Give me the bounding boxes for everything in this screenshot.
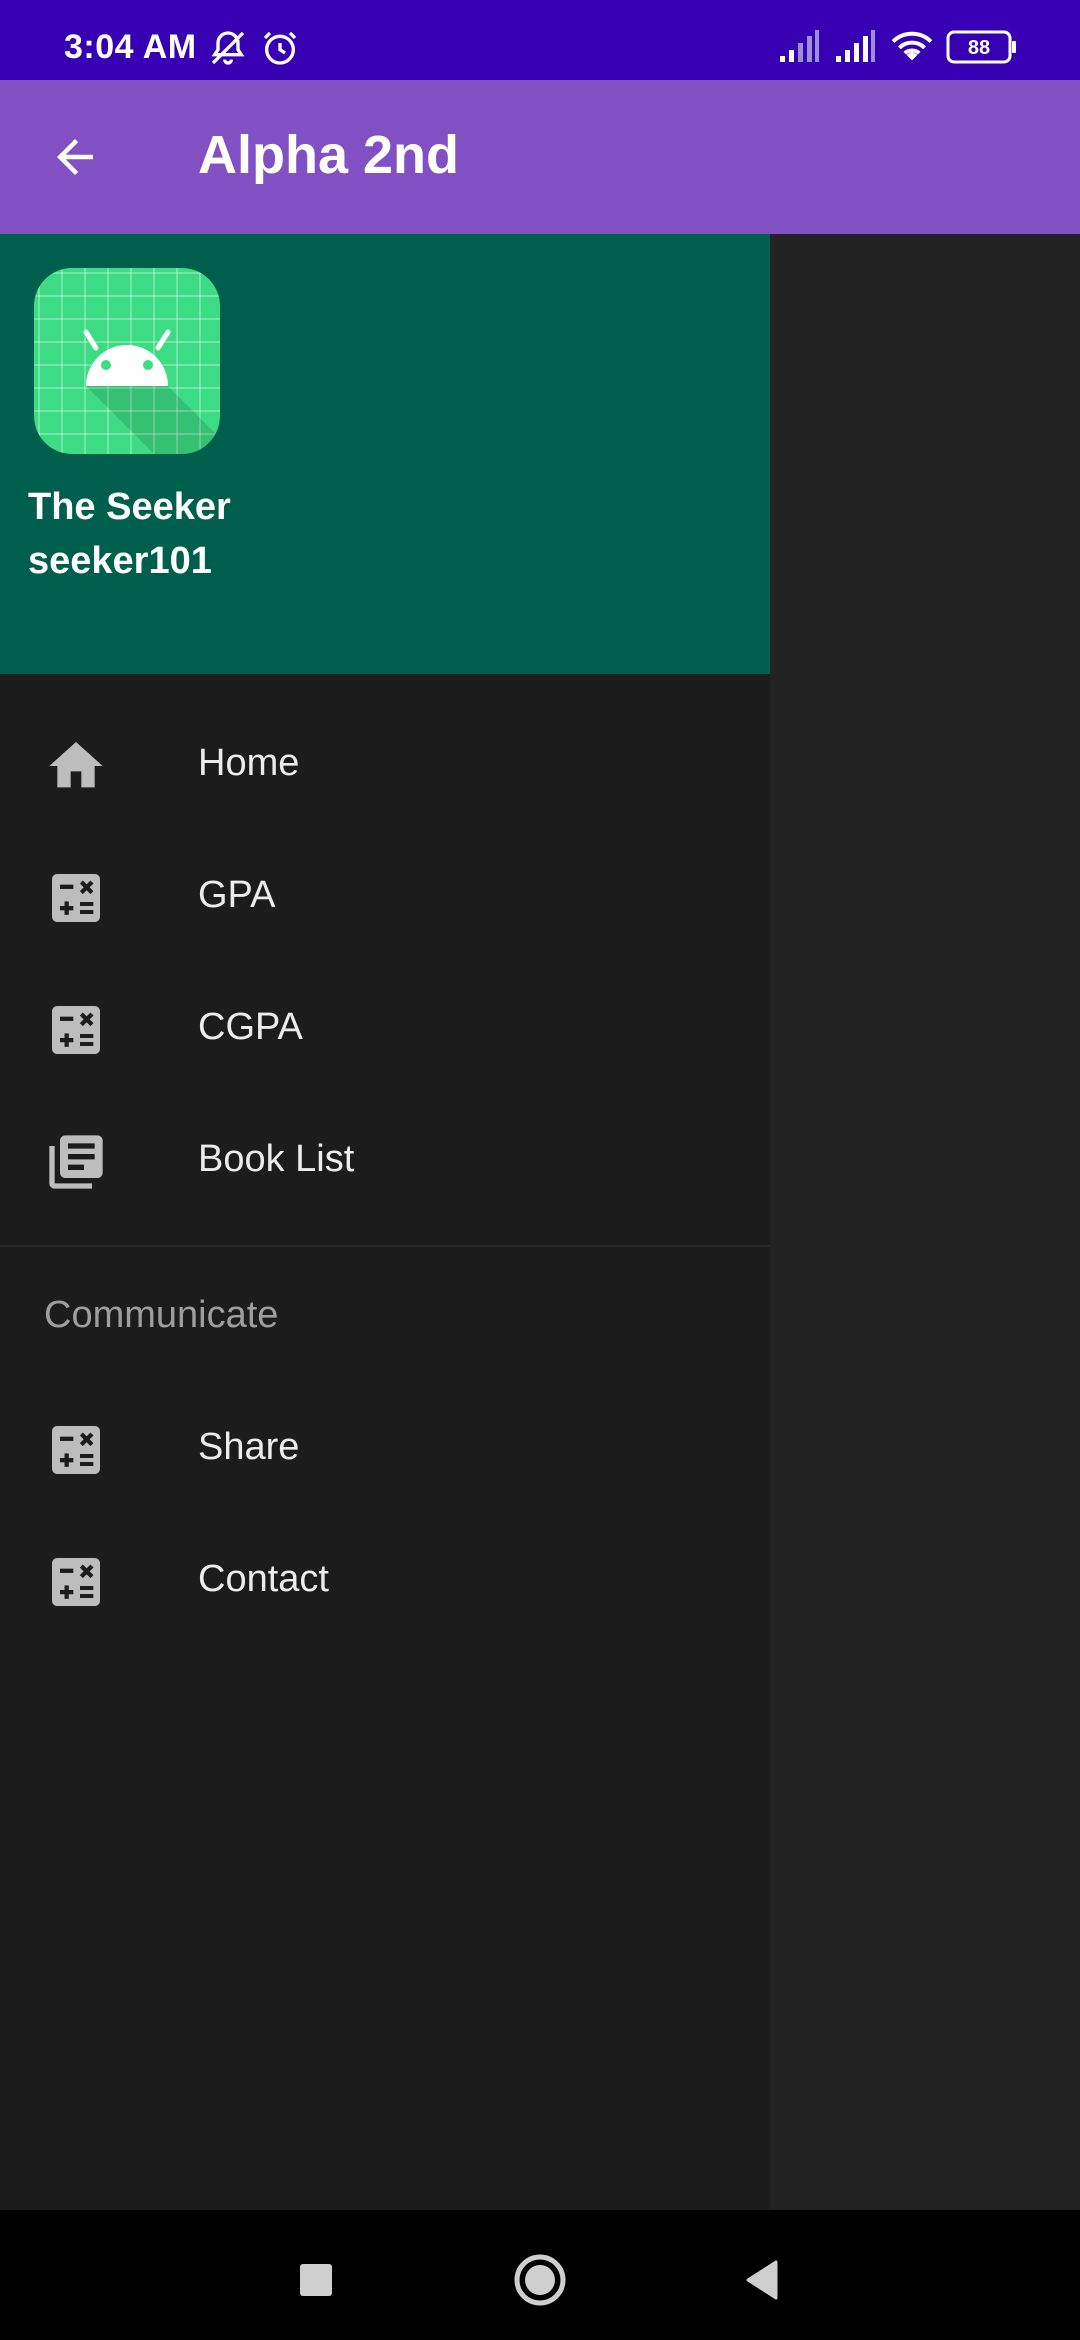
app-bar: Alpha 2nd [0,80,1080,234]
menu-item-home[interactable]: Home [0,696,770,828]
section-title-communicate: Communicate [44,1294,279,1336]
calculate-icon [44,1418,108,1482]
menu-item-cgpa[interactable]: CGPA [0,960,770,1092]
signal-icon [778,28,820,69]
home-button[interactable] [510,2250,570,2310]
wifi-icon [890,28,934,69]
calculate-icon [44,1550,108,1614]
android-icon [83,329,220,454]
menu-item-book-list[interactable]: Book List [0,1092,770,1224]
menu-label-share: Share [198,1426,300,1468]
calculate-icon [44,998,108,1062]
menu-item-share[interactable]: Share [0,1380,770,1512]
recents-square-icon [300,2264,332,2296]
alarm-icon [260,28,300,73]
battery-level: 88 [968,37,990,59]
system-navigation-bar [0,2210,1080,2340]
profile-username: seeker101 [28,540,212,582]
back-nav-button[interactable] [732,2250,792,2310]
screen: 3:04 AM 88 Alpha 2nd The Seeker seeker10… [0,0,1080,2340]
menu-label-cgpa: CGPA [198,1006,303,1048]
arrow-back-icon [57,139,93,175]
divider [0,1245,770,1247]
signal-icon [834,28,876,69]
status-bar: 3:04 AM 88 [0,0,1080,80]
back-button[interactable] [40,117,110,197]
menu-item-contact[interactable]: Contact [0,1512,770,1644]
menu-label-contact: Contact [198,1558,329,1600]
avatar [34,268,220,454]
menu-label-home: Home [198,742,300,784]
menu-item-gpa[interactable]: GPA [0,828,770,960]
app-title: Alpha 2nd [198,125,460,185]
drawer-scrim[interactable] [770,234,1080,2210]
back-triangle-icon [746,2260,778,2300]
home-icon [44,734,108,798]
battery-icon: 88 [946,30,1018,69]
status-time: 3:04 AM [64,28,197,66]
menu-label-gpa: GPA [198,874,276,916]
profile-name: The Seeker [28,486,231,528]
menu-label-book-list: Book List [198,1138,355,1180]
library-books-icon [44,1130,108,1194]
navigation-drawer: The Seeker seeker101 Home GPA CGPA Book … [0,234,770,2210]
mute-icon [208,28,248,73]
home-circle-icon [514,2254,566,2306]
calculate-icon [44,866,108,930]
recents-button[interactable] [286,2250,346,2310]
drawer-header: The Seeker seeker101 [0,234,770,674]
